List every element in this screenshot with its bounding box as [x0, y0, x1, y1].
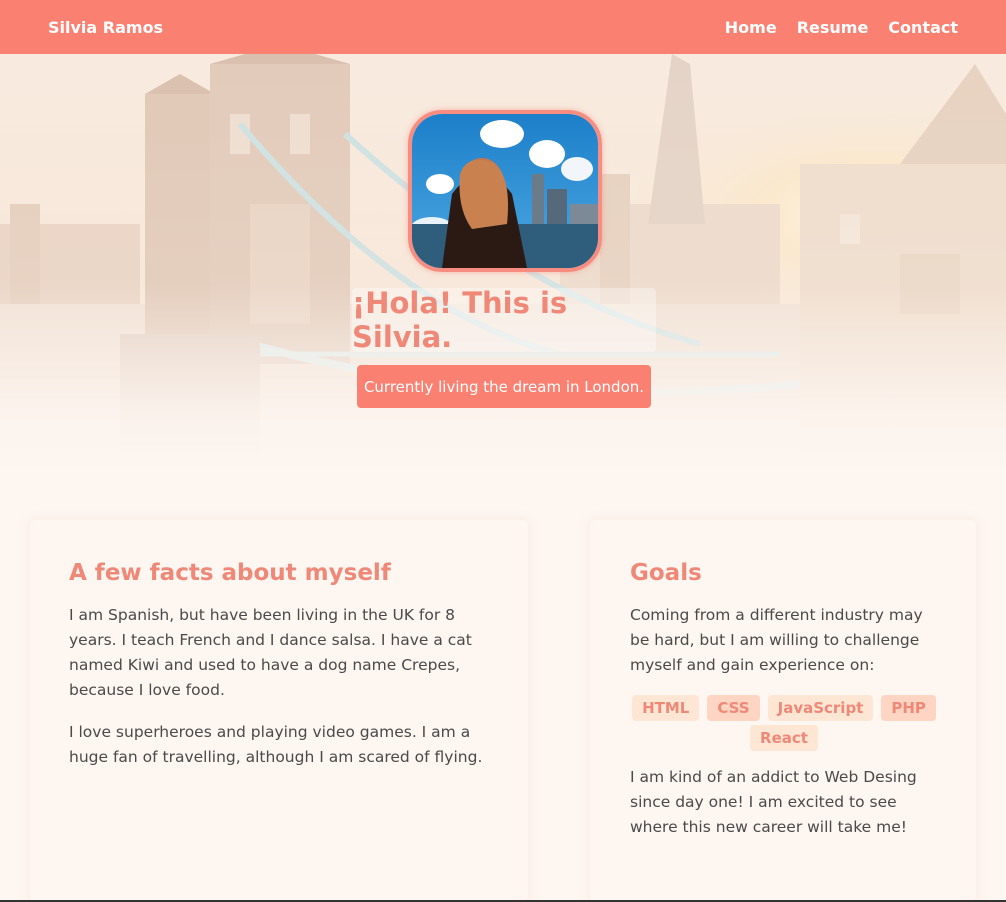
- navbar: Silvia Ramos Home Resume Contact: [0, 0, 1006, 54]
- brand-link[interactable]: Silvia Ramos: [48, 18, 163, 37]
- nav-resume-link[interactable]: Resume: [797, 18, 869, 37]
- skill-tags: HTML CSS JavaScript PHP React: [630, 695, 938, 751]
- goals-card: Goals Coming from a different industry m…: [590, 520, 976, 902]
- hero-section: ¡Hola! This is Silvia. Currently living …: [0, 54, 1006, 474]
- skill-tag: React: [750, 725, 818, 751]
- facts-heading: A few facts about myself: [69, 560, 391, 586]
- nav-links: Home Resume Contact: [725, 18, 958, 37]
- hero-subtitle: Currently living the dream in London.: [357, 365, 651, 408]
- skill-tag: HTML: [632, 695, 700, 721]
- goals-intro: Coming from a different industry may be …: [630, 606, 923, 674]
- goals-outro: I am kind of an addict to Web Desing sin…: [630, 768, 917, 836]
- skill-tag: JavaScript: [767, 695, 874, 721]
- facts-paragraph-1: I am Spanish, but have been living in th…: [69, 606, 472, 699]
- profile-photo: [408, 110, 602, 272]
- facts-paragraph-2: I love superheroes and playing video gam…: [69, 723, 483, 766]
- nav-contact-link[interactable]: Contact: [888, 18, 958, 37]
- goals-heading: Goals: [630, 560, 702, 586]
- skill-tag: PHP: [881, 695, 936, 721]
- nav-home-link[interactable]: Home: [725, 18, 777, 37]
- skill-tag: CSS: [707, 695, 760, 721]
- facts-card: A few facts about myself I am Spanish, b…: [30, 520, 528, 902]
- hero-title: ¡Hola! This is Silvia.: [352, 286, 656, 354]
